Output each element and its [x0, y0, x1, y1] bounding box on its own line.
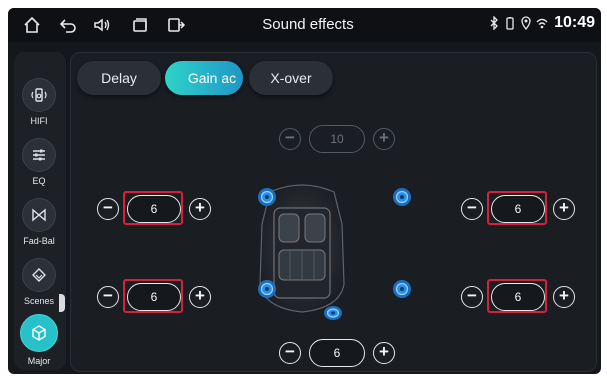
- front-left-minus-button[interactable]: −: [97, 198, 119, 220]
- front-left-gain-value[interactable]: 6: [127, 195, 181, 223]
- tab-x-over[interactable]: X-over: [249, 61, 333, 95]
- master-gain-value[interactable]: 10: [309, 125, 365, 153]
- active-indicator: [59, 294, 65, 312]
- rear-left-gain-value[interactable]: 6: [127, 283, 181, 311]
- status-indicators: 10:49: [488, 14, 595, 32]
- sidebar-item-eq[interactable]: EQ: [14, 136, 66, 194]
- sidebar-item-fad-bal[interactable]: Fad-Bal: [14, 196, 66, 254]
- cube-icon: [20, 314, 58, 352]
- sidebar-item-label: HIFI: [30, 116, 48, 126]
- volume-icon[interactable]: [92, 15, 112, 35]
- front-left-speaker-icon: [256, 186, 278, 208]
- sidebar-item-label: Fad-Bal: [23, 236, 55, 246]
- rear-left-gain-stepper: − 6 +: [97, 281, 213, 313]
- head-unit-screen: Sound effects 10:49 HIFI EQ Fad-Bal Scen…: [8, 8, 601, 374]
- master-minus-button[interactable]: −: [279, 128, 301, 150]
- sidebar-item-major[interactable]: Major: [14, 314, 66, 372]
- front-right-gain-stepper: − 6 +: [461, 193, 577, 225]
- home-icon[interactable]: [22, 15, 42, 35]
- scenes-icon: [22, 258, 56, 292]
- recent-apps-icon[interactable]: [130, 15, 150, 35]
- rear-right-plus-button[interactable]: +: [553, 286, 575, 308]
- split-screen-icon[interactable]: [166, 15, 186, 35]
- status-bar: Sound effects 10:49: [8, 8, 601, 42]
- bluetooth-icon: [488, 16, 500, 30]
- sidebar-item-hifi[interactable]: HIFI: [14, 76, 66, 134]
- rear-right-speaker-icon: [391, 278, 413, 300]
- sidebar: HIFI EQ Fad-Bal Scenes Major: [14, 52, 66, 370]
- subwoofer-gain-stepper: − 6 +: [279, 337, 397, 369]
- clock: 10:49: [554, 14, 595, 31]
- front-right-plus-button[interactable]: +: [553, 198, 575, 220]
- fader-balance-icon: [22, 198, 56, 232]
- tab-gain[interactable]: Gain ac: [165, 61, 243, 95]
- sidebar-item-label: Scenes: [23, 296, 55, 306]
- subwoofer-gain-value[interactable]: 6: [309, 339, 365, 367]
- subwoofer-plus-button[interactable]: +: [373, 342, 395, 364]
- master-gain-stepper: − 10 +: [279, 123, 397, 155]
- back-icon[interactable]: [58, 15, 78, 35]
- sidebar-item-label: Major: [27, 356, 51, 366]
- master-plus-button[interactable]: +: [373, 128, 395, 150]
- front-right-speaker-icon: [391, 186, 413, 208]
- rear-right-gain-value[interactable]: 6: [491, 283, 545, 311]
- sidebar-item-label: EQ: [32, 176, 46, 186]
- rear-left-plus-button[interactable]: +: [189, 286, 211, 308]
- rear-left-speaker-icon: [256, 278, 278, 300]
- front-right-gain-value[interactable]: 6: [491, 195, 545, 223]
- hifi-speaker-icon: [22, 78, 56, 112]
- front-right-minus-button[interactable]: −: [461, 198, 483, 220]
- tab-delay[interactable]: Delay: [77, 61, 161, 95]
- rear-right-gain-stepper: − 6 +: [461, 281, 577, 313]
- subwoofer-minus-button[interactable]: −: [279, 342, 301, 364]
- equalizer-icon: [22, 138, 56, 172]
- rear-left-minus-button[interactable]: −: [97, 286, 119, 308]
- front-left-plus-button[interactable]: +: [189, 198, 211, 220]
- battery-icon: [504, 16, 516, 30]
- screen-title: Sound effects: [262, 16, 354, 33]
- wifi-icon: [536, 16, 548, 30]
- subwoofer-speaker-icon: [322, 302, 344, 324]
- rear-right-minus-button[interactable]: −: [461, 286, 483, 308]
- location-icon: [520, 16, 532, 30]
- front-left-gain-stepper: − 6 +: [97, 193, 213, 225]
